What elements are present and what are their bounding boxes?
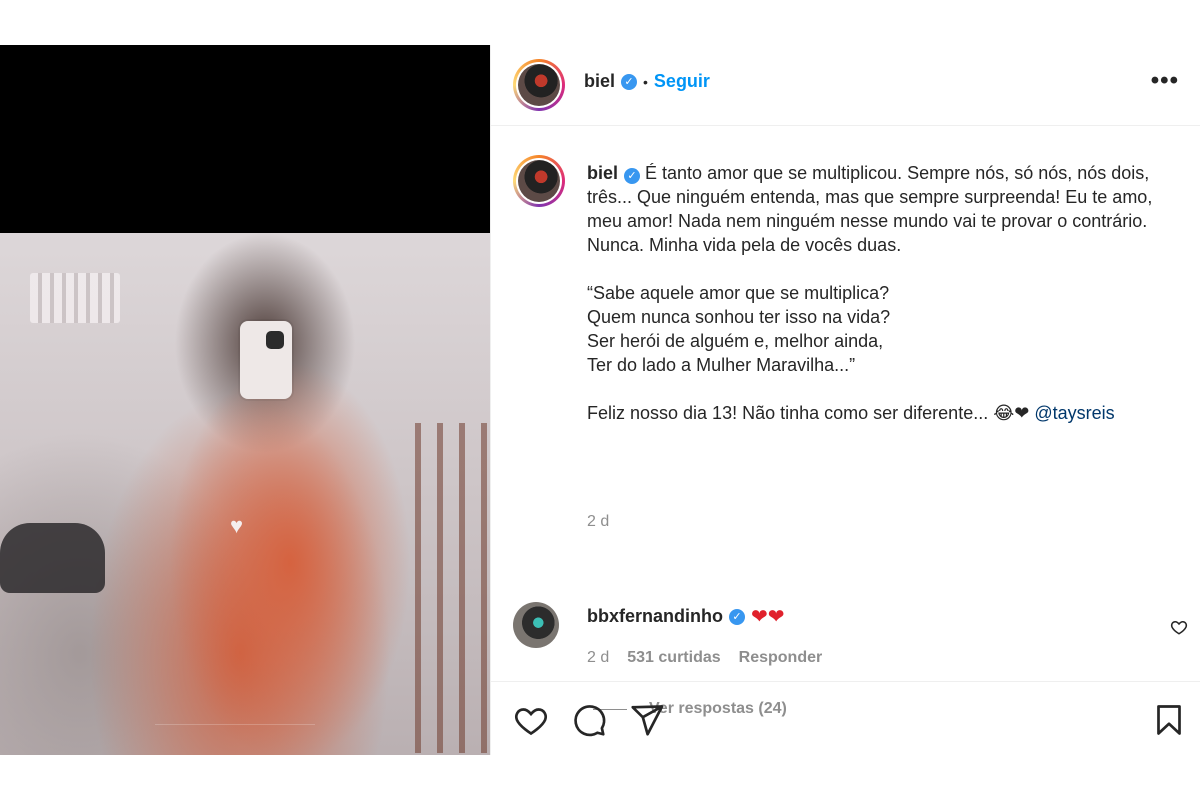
author-username[interactable]: biel [584,71,615,92]
caption-block: biel ✓ É tanto amor que se multiplicou. S… [491,126,1200,717]
comment-text: ❤❤ [751,606,785,628]
photo-phone [240,321,292,399]
comment-line: bbxfernandinho ✓ ❤❤ [587,604,785,629]
paper-plane-icon[interactable] [629,702,665,738]
author-avatar[interactable] [513,59,565,111]
photo-door [415,423,490,753]
verified-badge-icon: ✓ [621,73,638,90]
more-options-icon[interactable]: ••• [1151,69,1179,93]
header-separator: • [643,73,648,90]
post-timestamp[interactable]: 2 d [587,513,609,531]
caption-quote: “Sabe aquele amor que se multiplica? Que… [587,283,891,375]
verified-badge-icon: ✓ [729,608,745,625]
header-user: biel ✓ • Seguir [584,71,710,92]
instagram-post: ♥ biel ✓ • Seguir ••• biel ✓ É tanto amo… [0,45,1200,755]
photo-watermark [155,705,315,725]
commenter-avatar[interactable] [513,602,559,648]
photo-bag [0,523,105,593]
caption-author-username[interactable]: biel [587,163,618,183]
photo-shelf [30,273,120,323]
caption-author-avatar[interactable] [513,155,565,207]
comment-like-icon[interactable] [1170,618,1188,636]
caption-paragraph-1: É tanto amor que se multiplicou. Sempre … [587,163,1153,255]
comment-timestamp[interactable]: 2 d [587,649,609,667]
reply-button[interactable]: Responder [739,649,823,667]
caption-paragraph-3: Feliz nosso dia 13! Não tinha como ser d… [587,403,989,423]
comment-meta: 2 d 531 curtidas Responder [587,649,822,667]
photo-heart-sticker: ♥ [230,513,244,538]
verified-badge-icon: ✓ [624,168,641,184]
action-bar [491,681,1200,755]
heart-outline-icon[interactable] [513,702,549,738]
post-media[interactable]: ♥ [0,45,490,755]
bookmark-icon[interactable] [1151,702,1187,738]
post-side-panel: biel ✓ • Seguir ••• biel ✓ É tanto amor q… [490,45,1200,755]
post-header: biel ✓ • Seguir ••• [491,45,1200,126]
caption-text: biel ✓ É tanto amor que se multiplicou. S… [587,161,1187,450]
follow-button[interactable]: Seguir [654,71,710,92]
caption-emojis: 😂❤ [993,403,1030,424]
post-photo: ♥ [0,233,490,755]
comment-likes[interactable]: 531 curtidas [627,649,720,667]
comment-bubble-icon[interactable] [571,702,607,738]
mention-link[interactable]: @taysreis [1034,403,1114,423]
commenter-username[interactable]: bbxfernandinho [587,606,723,627]
